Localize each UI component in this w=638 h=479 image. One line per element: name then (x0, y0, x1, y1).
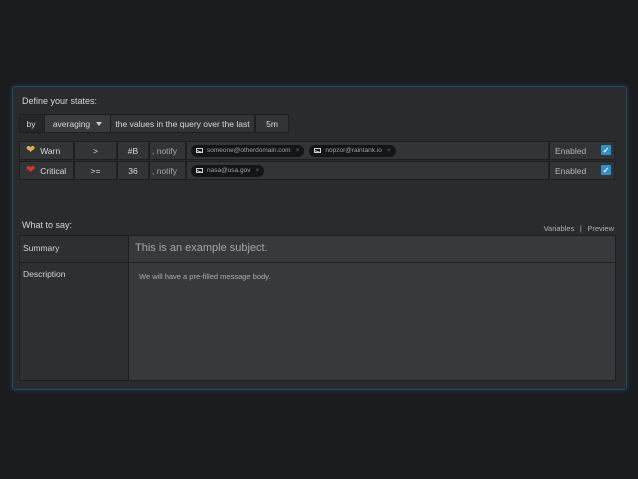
alert-definition-panel: Define your states: by averaging the val… (12, 86, 627, 390)
chevron-down-icon (96, 121, 103, 126)
message-section-title: What to say: (22, 220, 73, 230)
warn-enabled-cell: Enabled ✓ (549, 141, 615, 160)
description-label: Description (19, 262, 129, 381)
message-links: Variables | Preview (544, 223, 614, 233)
summary-input[interactable]: This is an example subject. (128, 235, 616, 263)
link-separator: | (579, 224, 582, 233)
envelope-icon (196, 168, 203, 173)
warn-operator-select[interactable]: > (74, 141, 117, 160)
preview-link[interactable]: Preview (587, 224, 614, 233)
by-label: by (19, 114, 43, 133)
enabled-label: Enabled (555, 145, 587, 156)
warn-notify-label: , notify (149, 141, 186, 160)
states-section-title: Define your states: (22, 96, 98, 106)
aggregate-value: averaging (52, 118, 91, 129)
remove-icon[interactable]: × (387, 147, 391, 154)
state-critical-label: ❤ Critical (19, 161, 74, 180)
envelope-icon (196, 148, 203, 153)
description-textarea[interactable]: We will have a pre-filled message body. (128, 262, 616, 381)
email-tag[interactable]: nopzor@raintank.io × (309, 144, 396, 157)
remove-icon[interactable]: × (296, 147, 300, 154)
state-name: Critical (40, 165, 67, 176)
critical-enabled-checkbox[interactable]: ✓ (601, 165, 611, 175)
critical-notify-label: , notify (149, 161, 186, 180)
remove-icon[interactable]: × (255, 167, 259, 174)
summary-label: Summary (19, 235, 129, 263)
enabled-label: Enabled (555, 165, 587, 176)
state-warn-label: ❤ Warn (19, 141, 74, 160)
window-input[interactable]: 5m (255, 114, 289, 133)
critical-operator-select[interactable]: >= (74, 161, 117, 180)
state-name: Warn (40, 145, 61, 156)
critical-enabled-cell: Enabled ✓ (549, 161, 615, 180)
critical-recipients-field[interactable]: nasa@usa.gov × (186, 161, 549, 180)
warn-threshold-input[interactable]: #B (117, 141, 149, 160)
email-tag[interactable]: someone@otherdomain.com × (191, 144, 305, 157)
aggregate-dropdown[interactable]: averaging (44, 114, 111, 133)
query-description: the values in the query over the last (110, 114, 255, 133)
warn-enabled-checkbox[interactable]: ✓ (601, 145, 611, 155)
yellow-heart-icon: ❤ (26, 144, 36, 156)
warn-recipients-field[interactable]: someone@otherdomain.com × nopzor@raintank… (186, 141, 549, 160)
red-heart-icon: ❤ (26, 164, 36, 176)
email-tag[interactable]: nasa@usa.gov × (191, 164, 265, 177)
critical-threshold-input[interactable]: 36 (117, 161, 149, 180)
variables-link[interactable]: Variables (544, 224, 575, 233)
envelope-icon (314, 148, 322, 153)
